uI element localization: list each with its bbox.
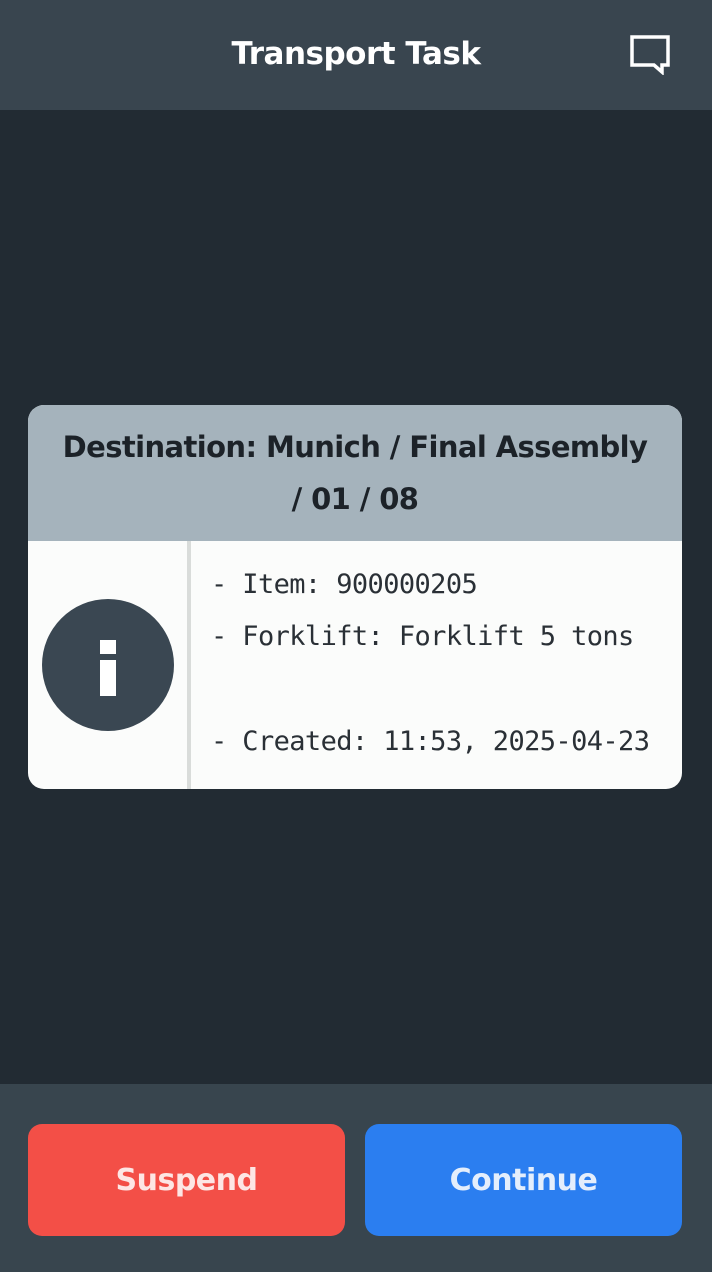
info-circle-icon xyxy=(41,599,174,731)
suspend-button[interactable]: Suspend xyxy=(28,1124,345,1236)
app-header: Transport Task xyxy=(0,0,712,110)
detail-item: - Item: 900000205 xyxy=(211,569,478,600)
destination-header: Destination: Munich / Final Assembly / 0… xyxy=(28,405,682,541)
detail-created: - Created: 11:53, 2025-04-23 xyxy=(211,726,650,757)
task-card: Destination: Munich / Final Assembly / 0… xyxy=(28,405,682,789)
message-square-icon xyxy=(630,35,670,75)
page-title: Transport Task xyxy=(231,36,482,72)
message-button[interactable] xyxy=(620,26,680,82)
info-icon-column xyxy=(28,541,187,789)
detail-forklift: - Forklift: Forklift 5 tons xyxy=(211,621,634,652)
continue-button[interactable]: Continue xyxy=(365,1124,682,1236)
card-divider xyxy=(187,541,191,789)
task-details: - Item: 900000205 - Forklift: Forklift 5… xyxy=(211,541,671,789)
destination-label: Destination: Munich / Final Assembly / 0… xyxy=(62,430,648,516)
